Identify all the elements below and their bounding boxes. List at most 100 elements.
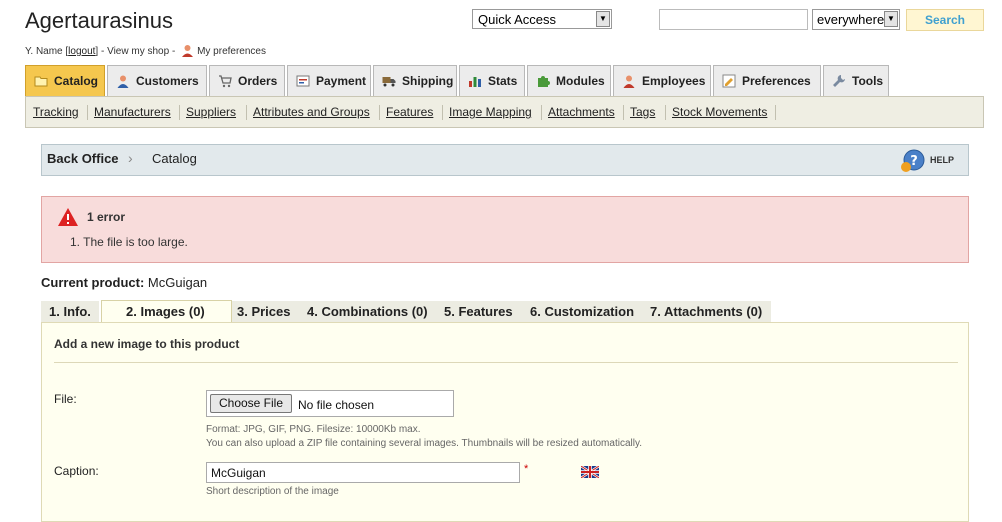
choose-file-button[interactable]: Choose File xyxy=(210,394,292,413)
truck-icon xyxy=(382,77,396,87)
subnav-divider xyxy=(541,105,542,120)
help-button[interactable]: ? HELP xyxy=(900,149,960,173)
format-hint: Format: JPG, GIF, PNG. Filesize: 10000Kb… xyxy=(206,424,421,435)
subnav-attributes-groups[interactable]: Attributes and Groups xyxy=(253,105,370,119)
subnav-manufacturers[interactable]: Manufacturers xyxy=(94,105,171,119)
tab-label: Payment xyxy=(316,74,367,88)
tab-label: Shipping xyxy=(402,74,454,88)
error-item: 1. The file is too large. xyxy=(70,235,188,249)
user-line-bracket: ] - xyxy=(95,46,108,57)
subnav-image-mapping[interactable]: Image Mapping xyxy=(449,105,532,119)
file-status: No file chosen xyxy=(298,398,375,412)
product-tab-combinations[interactable]: 4. Combinations (0) xyxy=(299,301,436,322)
current-product-name: McGuigan xyxy=(147,275,208,290)
user-line: Y. Name [logout] - View my shop - My pre… xyxy=(25,44,266,57)
subnav-stock-movements[interactable]: Stock Movements xyxy=(672,105,767,119)
employees-icon xyxy=(623,75,635,88)
shop-title: Agertaurasinus xyxy=(25,8,173,33)
stats-icon xyxy=(469,77,481,87)
subnav-divider xyxy=(379,105,380,120)
uk-flag-icon[interactable] xyxy=(581,466,599,478)
help-label: HELP xyxy=(930,155,955,165)
product-tab-prices[interactable]: 3. Prices xyxy=(232,301,299,322)
search-button[interactable]: Search xyxy=(906,9,984,31)
quick-access-value: Quick Access xyxy=(478,12,557,27)
tab-label: Customers xyxy=(136,74,199,88)
customers-icon xyxy=(117,75,129,88)
tab-orders[interactable]: Orders xyxy=(209,65,285,96)
folder-icon xyxy=(34,76,48,87)
breadcrumb: Back Office › Catalog ? HELP xyxy=(41,144,969,176)
tab-modules[interactable]: Modules xyxy=(527,65,611,96)
subnav-suppliers[interactable]: Suppliers xyxy=(186,105,236,119)
chevron-down-icon: ▼ xyxy=(596,11,610,27)
caption-hint: Short description of the image xyxy=(206,486,339,497)
cart-icon xyxy=(219,75,232,88)
current-product: Current product: McGuigan xyxy=(41,275,207,290)
product-tab-info[interactable]: 1. Info. xyxy=(41,301,99,322)
subnav-tags[interactable]: Tags xyxy=(630,105,655,119)
current-product-label: Current product: xyxy=(41,275,145,290)
error-box: 1 error 1. The file is too large. xyxy=(41,196,969,263)
tab-label: Stats xyxy=(488,74,518,88)
product-tab-features[interactable]: 5. Features xyxy=(436,301,522,322)
subnav-divider xyxy=(623,105,624,120)
view-shop-link[interactable]: View my shop xyxy=(107,46,169,57)
tab-label: Catalog xyxy=(54,74,99,88)
file-input[interactable]: Choose File No file chosen xyxy=(206,390,454,417)
svg-text:?: ? xyxy=(910,154,918,169)
divider xyxy=(54,362,958,363)
caption-label: Caption: xyxy=(54,464,99,478)
product-tab-images[interactable]: 2. Images (0) xyxy=(101,300,232,323)
preferences-icon xyxy=(722,74,736,88)
subnav-divider xyxy=(775,105,776,120)
preferences-link[interactable]: My preferences xyxy=(197,46,266,57)
subnav-features[interactable]: Features xyxy=(386,105,433,119)
required-mark: * xyxy=(524,463,529,475)
help-icon: ? xyxy=(901,149,925,172)
tab-payment[interactable]: Payment xyxy=(287,65,371,96)
catalog-subnav: Tracking Manufacturers Suppliers Attribu… xyxy=(25,96,984,128)
warning-icon xyxy=(58,208,78,226)
quick-access-select[interactable]: Quick Access ▼ xyxy=(472,9,612,29)
tab-tools[interactable]: Tools xyxy=(823,65,889,96)
search-input[interactable] xyxy=(659,9,808,30)
zip-hint: You can also upload a ZIP file containin… xyxy=(206,438,642,449)
tab-label: Employees xyxy=(642,74,706,88)
payment-icon xyxy=(296,75,310,87)
tab-catalog[interactable]: Catalog xyxy=(25,65,105,97)
tab-label: Orders xyxy=(238,74,278,88)
tab-label: Modules xyxy=(556,74,605,88)
subnav-divider xyxy=(87,105,88,120)
subnav-divider xyxy=(442,105,443,120)
tab-employees[interactable]: Employees xyxy=(613,65,711,96)
search-scope-value: everywhere xyxy=(817,12,885,27)
breadcrumb-current: Catalog xyxy=(152,151,197,166)
breadcrumb-back-office[interactable]: Back Office xyxy=(47,151,119,166)
product-tab-customization[interactable]: 6. Customization xyxy=(522,301,642,322)
tab-stats[interactable]: Stats xyxy=(459,65,525,96)
logout-link[interactable]: logout xyxy=(68,46,95,57)
user-name: Y. Name [ xyxy=(25,46,69,57)
tab-shipping[interactable]: Shipping xyxy=(373,65,457,96)
subnav-tracking[interactable]: Tracking xyxy=(33,105,79,119)
user-line-separator: - xyxy=(169,46,179,57)
puzzle-icon xyxy=(538,76,550,87)
caption-input[interactable] xyxy=(206,462,520,483)
tab-label: Tools xyxy=(852,74,884,88)
image-upload-panel: Add a new image to this product File: Ch… xyxy=(41,322,969,522)
panel-heading: Add a new image to this product xyxy=(54,337,240,351)
product-tab-attachments[interactable]: 7. Attachments (0) xyxy=(642,301,771,322)
file-label: File: xyxy=(54,392,77,406)
tab-customers[interactable]: Customers xyxy=(107,65,207,96)
wrench-icon xyxy=(833,75,845,87)
subnav-attachments[interactable]: Attachments xyxy=(548,105,615,119)
subnav-divider xyxy=(179,105,180,120)
search-scope-select[interactable]: everywhere ▼ xyxy=(812,9,900,30)
chevron-right-icon: › xyxy=(128,150,133,166)
subnav-divider xyxy=(246,105,247,120)
tab-preferences[interactable]: Preferences xyxy=(713,65,821,96)
tab-label: Preferences xyxy=(742,74,811,88)
chevron-down-icon: ▼ xyxy=(884,11,898,27)
user-icon xyxy=(181,44,194,57)
